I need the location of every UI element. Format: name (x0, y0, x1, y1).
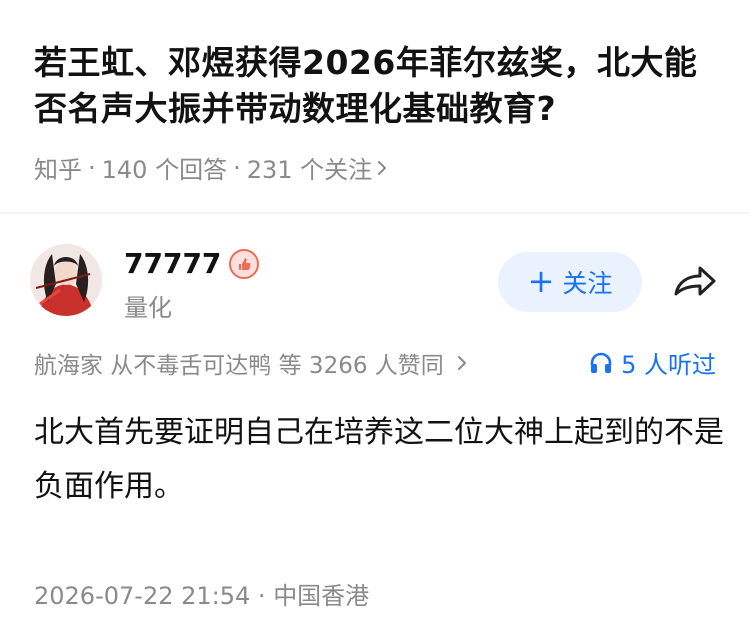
question-meta[interactable]: 知乎 · 140 个回答 · 231 个关注 (34, 150, 392, 185)
question-title[interactable]: 若王虹、邓煜获得2026年菲尔兹奖，北大能否名声大振并带动数理化基础教育? (34, 40, 724, 132)
headphones-icon (590, 352, 612, 373)
answer-content[interactable]: 北大首先要证明自己在培养这二位大神上起到的不是负面作用。 (34, 406, 724, 514)
verified-badge-icon (229, 248, 260, 279)
author-tag: 量化 (124, 294, 172, 322)
upvoters-text: 航海家 从不毒舌可达鸭 等 3266 人赞同 (34, 353, 444, 379)
listen-count[interactable]: 5 人听过 (589, 345, 716, 380)
follow-label: 关注 (562, 269, 613, 298)
answers-count: 140 个回答 (101, 156, 228, 184)
avatar-illustration (30, 244, 102, 316)
separator-dot: · (257, 582, 274, 610)
upvoters-line[interactable]: 航海家 从不毒舌可达鸭 等 3266 人赞同 (34, 346, 472, 380)
avatar[interactable] (30, 244, 102, 316)
chevron-right-icon (457, 356, 466, 370)
share-icon[interactable] (670, 262, 718, 302)
answer-meta: 2026-07-22 21:54 · 中国香港 (34, 576, 369, 611)
section-divider (0, 212, 750, 214)
separator-dot: · (88, 153, 96, 182)
source-label: 知乎 (34, 156, 82, 184)
timestamp: 2026-07-22 21:54 (34, 582, 251, 610)
plus-icon: + (527, 261, 555, 300)
author-name-row[interactable]: 77777 (124, 247, 260, 280)
location: 中国香港 (273, 582, 370, 610)
listen-text: 5 人听过 (621, 351, 716, 379)
followers-count: 231 个关注 (246, 156, 373, 184)
chevron-right-icon (378, 160, 387, 175)
follow-button[interactable]: + 关注 (498, 252, 642, 312)
author-name[interactable]: 77777 (124, 247, 221, 280)
separator-dot: · (233, 153, 241, 182)
